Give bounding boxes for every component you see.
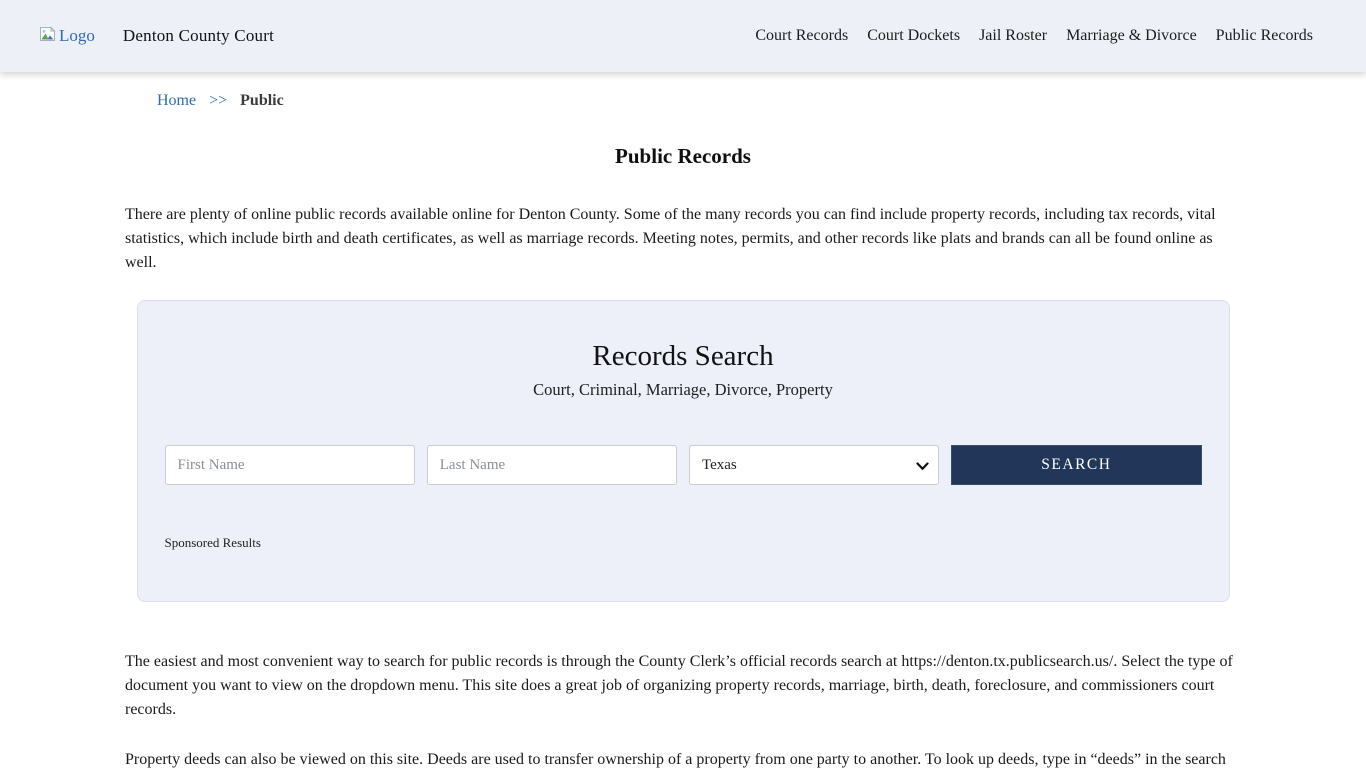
state-select[interactable]: Texas (689, 445, 940, 485)
last-name-input[interactable] (426, 445, 677, 485)
nav-item-jail-roster[interactable]: Jail Roster (979, 27, 1047, 45)
page-title: Public Records (615, 144, 751, 168)
search-card-subtitle: Court, Criminal, Marriage, Divorce, Prop… (533, 380, 833, 399)
breadcrumb-home-link[interactable]: Home (157, 92, 196, 109)
sponsored-results-label: Sponsored Results (164, 535, 261, 550)
search-card-title: Records Search (592, 340, 774, 372)
logo-alt-text: Logo (59, 26, 95, 45)
clerk-search-paragraph: The easiest and most convenient way to s… (125, 653, 1233, 718)
site-header: Logo Denton County Court Court Records C… (0, 0, 1366, 72)
main-nav: Court Records Court Dockets Jail Roster … (755, 27, 1313, 45)
nav-item-court-dockets[interactable]: Court Dockets (867, 27, 960, 45)
breadcrumb-current: Public (240, 92, 284, 109)
records-search-card: Records Search Court, Criminal, Marriage… (136, 300, 1230, 602)
breadcrumb-separator: >> (209, 92, 228, 109)
broken-image-icon (39, 25, 56, 47)
breadcrumb: Home >> Public (157, 92, 1241, 110)
nav-item-marriage-divorce[interactable]: Marriage & Divorce (1066, 27, 1197, 45)
nav-item-public-records[interactable]: Public Records (1216, 27, 1313, 45)
first-name-input[interactable] (164, 445, 415, 485)
property-deeds-paragraph: Property deeds can also be viewed on thi… (125, 751, 1226, 768)
content-container: Home >> Public Public Records There are … (125, 92, 1241, 768)
intro-paragraph: There are plenty of online public record… (125, 206, 1216, 271)
logo-link[interactable]: Logo (39, 25, 95, 47)
state-select-wrap: Texas (689, 445, 940, 485)
search-button[interactable]: SEARCH (951, 445, 1202, 485)
nav-item-court-records[interactable]: Court Records (755, 27, 848, 45)
search-form: Texas SEARCH (164, 445, 1202, 485)
site-title: Denton County Court (122, 26, 275, 45)
